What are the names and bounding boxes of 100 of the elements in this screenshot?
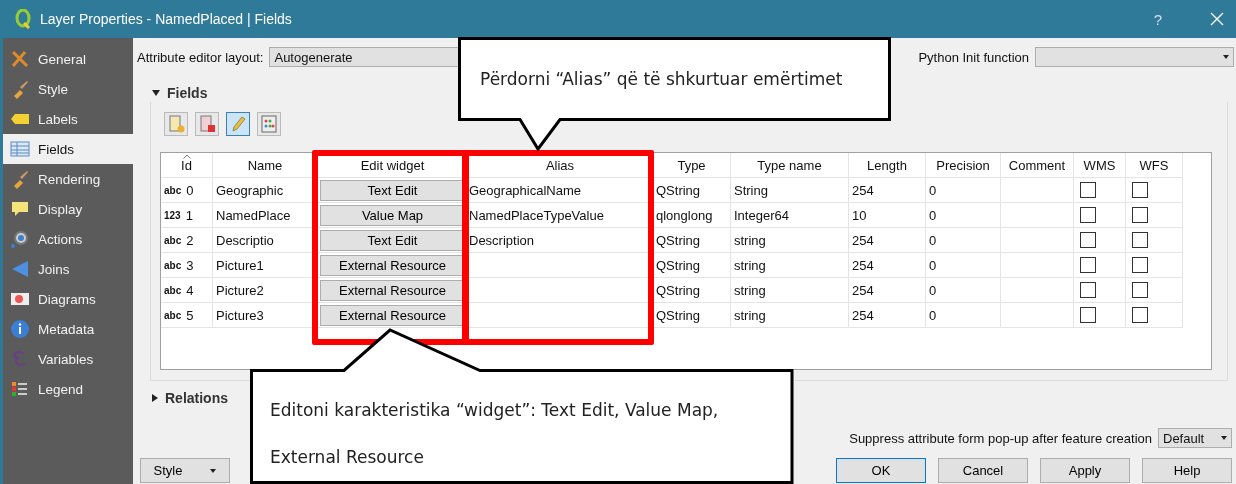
table-cell: String <box>734 182 768 198</box>
checkbox[interactable] <box>1132 182 1148 198</box>
table-cell: string <box>734 282 766 298</box>
info-icon <box>10 319 30 339</box>
checkbox[interactable] <box>1132 232 1148 248</box>
checkbox[interactable] <box>1132 282 1148 298</box>
checkbox[interactable] <box>1080 257 1096 273</box>
style-menu-button[interactable]: Style <box>140 458 230 483</box>
table-cell: Integer64 <box>734 207 789 223</box>
edit-widget-button[interactable]: Text Edit <box>320 179 465 201</box>
checkbox[interactable] <box>1080 182 1096 198</box>
table-cell: Picture2 <box>216 282 264 298</box>
field-type-label: abc <box>164 234 182 246</box>
sidebar-item[interactable]: Display <box>3 194 133 224</box>
edit-widget-button[interactable]: External Resource <box>320 279 465 301</box>
sidebar-item[interactable]: Actions <box>3 224 133 254</box>
field-label: Suppress attribute form pop-up after feature creation <box>849 430 1152 446</box>
table-cell: QString <box>656 282 701 298</box>
sidebar-item[interactable]: Metadata <box>3 314 133 344</box>
edit-widget-button[interactable]: Value Map <box>320 204 465 226</box>
dialog-button[interactable]: Help <box>1142 458 1232 483</box>
callout-text: Përdorni “Alias” që të shkurtuar emërtimet <box>480 68 843 91</box>
table-cell: 0 <box>929 307 937 323</box>
table-cell: Geographic <box>216 182 284 198</box>
edit-widget-button[interactable]: External Resource <box>320 254 465 276</box>
table-cell: 10 <box>852 207 867 223</box>
sidebar-item[interactable]: Diagrams <box>3 284 133 314</box>
table-cell: 254 <box>852 257 874 273</box>
column-header[interactable]: Length <box>867 157 907 173</box>
checkbox[interactable] <box>1080 207 1096 223</box>
suppress-dropdown[interactable]: Default <box>1158 428 1232 448</box>
add-field-button[interactable] <box>164 112 188 136</box>
checkbox[interactable] <box>1080 232 1096 248</box>
table-cell: 0 <box>929 257 937 273</box>
table-icon <box>10 139 30 159</box>
section-title: Fields <box>167 85 208 101</box>
table-cell: 0 <box>186 182 194 198</box>
sidebar-item[interactable]: Labels <box>3 104 133 134</box>
column-header[interactable]: Precision <box>936 157 990 173</box>
table-cell: Description <box>469 232 535 248</box>
column-header[interactable]: Type name <box>757 157 822 173</box>
column-header[interactable]: WMS <box>1083 157 1116 173</box>
sidebar-item[interactable]: Legend <box>3 374 133 404</box>
arrow-icon <box>10 259 30 279</box>
field-calculator-button[interactable] <box>257 112 281 136</box>
sidebar-item[interactable]: General <box>3 44 133 74</box>
app-logo-icon <box>14 9 32 29</box>
checkbox[interactable] <box>1080 282 1096 298</box>
field-type-label: abc <box>164 184 182 196</box>
field-type-label: abc <box>164 259 182 271</box>
table-cell: 1 <box>185 207 193 223</box>
help-button[interactable]: ? <box>1153 10 1162 28</box>
delete-field-button[interactable] <box>195 112 219 136</box>
table-cell: QString <box>656 182 701 198</box>
sidebar-item[interactable]: Variables <box>3 344 133 374</box>
edit-widget-button[interactable]: External Resource <box>320 304 465 326</box>
edit-pencil-button[interactable] <box>226 112 250 136</box>
checkbox[interactable] <box>1132 257 1148 273</box>
sidebar-item[interactable]: Fields <box>3 134 133 164</box>
column-header[interactable]: Id <box>181 157 192 173</box>
column-header[interactable]: Comment <box>1008 157 1066 173</box>
close-icon[interactable] <box>1210 12 1224 26</box>
table-cell: 0 <box>929 232 937 248</box>
table-cell: string <box>734 257 766 273</box>
section-title: Relations <box>165 390 228 406</box>
tools-icon <box>10 49 30 69</box>
table-cell: NamedPlaceTypeValue <box>469 207 604 223</box>
field-type-label: abc <box>164 309 182 321</box>
table-cell: 3 <box>186 257 194 273</box>
table-cell: GeographicalName <box>469 182 581 198</box>
table-cell: 254 <box>852 182 874 198</box>
checkbox[interactable] <box>1132 307 1148 323</box>
table-cell: NamedPlace <box>216 207 291 223</box>
legend-icon <box>10 379 30 399</box>
sidebar-item[interactable]: Style <box>3 74 133 104</box>
field-type-label: 123 <box>164 209 181 221</box>
table-cell: string <box>734 307 766 323</box>
ok-button[interactable]: OK <box>836 458 926 483</box>
field-label: Attribute editor layout: <box>137 49 264 65</box>
sort-indicator-icon <box>182 154 191 159</box>
column-header[interactable]: Alias <box>545 157 575 173</box>
column-header[interactable]: WFS <box>1139 157 1169 173</box>
window-title: Layer Properties - NamedPlaced | Fields <box>40 11 293 27</box>
checkbox[interactable] <box>1132 207 1148 223</box>
table-cell: Picture1 <box>216 257 264 273</box>
column-header[interactable]: Edit widget <box>360 157 425 173</box>
collapse-arrow-icon[interactable] <box>152 90 160 96</box>
column-header[interactable]: Type <box>677 157 706 173</box>
dialog-button[interactable]: Apply <box>1040 458 1130 483</box>
edit-widget-button[interactable]: Text Edit <box>320 229 465 251</box>
column-header[interactable]: Name <box>247 157 283 173</box>
sidebar-item[interactable]: Rendering <box>3 164 133 194</box>
checkbox[interactable] <box>1080 307 1096 323</box>
table-cell: 0 <box>929 282 937 298</box>
expand-arrow-icon[interactable] <box>152 394 158 402</box>
table-cell: string <box>734 232 766 248</box>
dialog-button[interactable]: Cancel <box>938 458 1028 483</box>
callout-text: Editoni karakteristika “widget”: Text Edit, Value Map, External Resource <box>270 399 719 469</box>
sidebar-item[interactable]: Joins <box>3 254 133 284</box>
field-label: Python Init function <box>918 49 1029 65</box>
